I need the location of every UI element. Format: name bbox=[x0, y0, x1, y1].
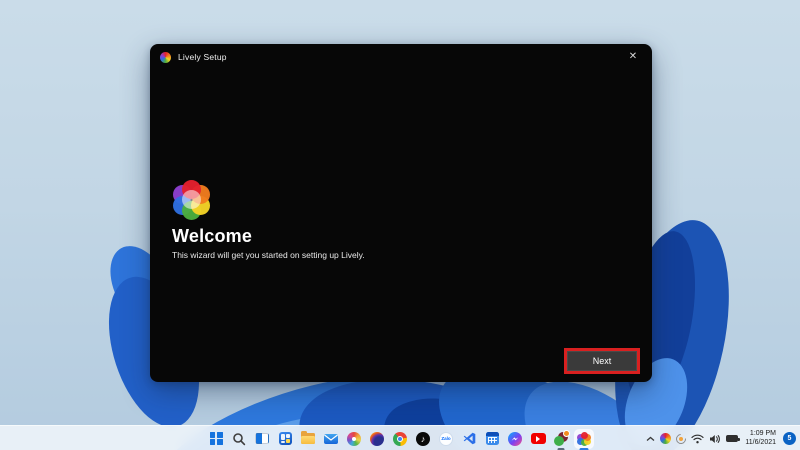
chevron-up-icon bbox=[646, 436, 655, 442]
windows-logo-icon bbox=[210, 432, 223, 445]
file-explorer-icon bbox=[301, 433, 315, 444]
search-icon bbox=[232, 432, 246, 446]
lively-tray-button[interactable] bbox=[660, 431, 671, 447]
firefox-icon bbox=[370, 432, 384, 446]
task-view-button[interactable] bbox=[254, 431, 270, 447]
sync-tray-button[interactable] bbox=[676, 431, 686, 447]
welcome-subtitle: This wizard will get you started on sett… bbox=[172, 250, 365, 260]
firefox-button[interactable] bbox=[369, 431, 385, 447]
youtube-button[interactable] bbox=[530, 431, 546, 447]
calendar-icon bbox=[486, 432, 499, 445]
show-hidden-icons-button[interactable] bbox=[646, 431, 655, 447]
welcome-heading: Welcome bbox=[172, 226, 252, 247]
lively-logo bbox=[172, 180, 212, 220]
volume-button[interactable] bbox=[709, 431, 721, 447]
photos-icon bbox=[347, 432, 361, 446]
tiktok-icon: ♪ bbox=[416, 432, 430, 446]
file-explorer-button[interactable] bbox=[300, 431, 316, 447]
start-button[interactable] bbox=[208, 431, 224, 447]
photos-button[interactable] bbox=[346, 431, 362, 447]
search-button[interactable] bbox=[231, 431, 247, 447]
mail-icon bbox=[324, 434, 338, 444]
system-tray: 1:09 PM 11/6/2021 5 bbox=[646, 426, 796, 450]
taskbar: ♪ Zalo bbox=[0, 425, 800, 450]
clock-date: 11/6/2021 bbox=[745, 439, 776, 448]
task-view-icon bbox=[255, 433, 269, 444]
youtube-icon bbox=[531, 433, 546, 444]
lively-taskbar-button[interactable] bbox=[576, 431, 592, 447]
taskbar-clock[interactable]: 1:09 PM 11/6/2021 bbox=[743, 430, 778, 447]
notification-center-badge[interactable]: 5 bbox=[783, 432, 796, 445]
widgets-button[interactable] bbox=[277, 431, 293, 447]
sync-icon bbox=[674, 431, 688, 445]
lively-tray-icon bbox=[660, 433, 671, 444]
notification-app-icon bbox=[554, 431, 569, 446]
battery-icon bbox=[726, 435, 738, 442]
chrome-button[interactable] bbox=[392, 431, 408, 447]
zalo-button[interactable]: Zalo bbox=[438, 431, 454, 447]
messenger-button[interactable] bbox=[507, 431, 523, 447]
wifi-icon bbox=[691, 434, 704, 444]
close-icon[interactable]: ✕ bbox=[622, 47, 644, 66]
chrome-icon bbox=[393, 432, 407, 446]
tiktok-button[interactable]: ♪ bbox=[415, 431, 431, 447]
lively-setup-window: Lively Setup ✕ Welcome This wizard will … bbox=[150, 44, 652, 382]
mail-button[interactable] bbox=[323, 431, 339, 447]
widgets-icon bbox=[279, 432, 292, 445]
window-titlebar[interactable]: Lively Setup ✕ bbox=[150, 44, 652, 70]
battery-button[interactable] bbox=[726, 431, 738, 447]
zalo-icon: Zalo bbox=[439, 432, 453, 446]
lively-icon bbox=[577, 432, 591, 446]
window-title: Lively Setup bbox=[178, 52, 227, 62]
vscode-button[interactable] bbox=[461, 431, 477, 447]
messenger-icon bbox=[508, 432, 522, 446]
speaker-icon bbox=[709, 434, 721, 444]
taskbar-center-icons: ♪ Zalo bbox=[208, 426, 592, 450]
vscode-icon bbox=[463, 432, 476, 445]
app-with-notification-button[interactable] bbox=[553, 431, 569, 447]
network-button[interactable] bbox=[691, 431, 704, 447]
lively-app-icon bbox=[160, 52, 171, 63]
next-button[interactable]: Next bbox=[567, 351, 637, 371]
clock-time: 1:09 PM bbox=[745, 430, 776, 439]
next-button-annotation: Next bbox=[564, 348, 640, 374]
calendar-button[interactable] bbox=[484, 431, 500, 447]
